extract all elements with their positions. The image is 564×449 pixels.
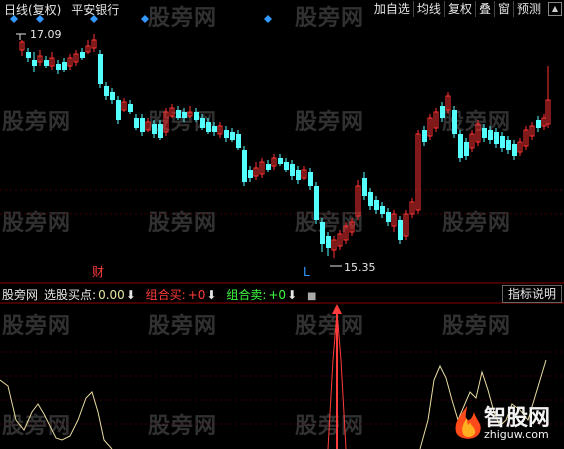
diamond-marker-icon [90, 15, 98, 23]
candle-body [290, 164, 295, 176]
candle-body [296, 170, 301, 180]
xuangu-label: 选股买点: [44, 288, 97, 302]
candle-body [134, 118, 139, 128]
flame-logo-icon [455, 406, 481, 439]
candle-body [326, 236, 331, 248]
candle-body [230, 132, 235, 140]
candle-body [452, 110, 457, 134]
zuhe-sell-label: 组合卖: [226, 288, 267, 302]
candle-body [248, 170, 253, 178]
down-arrow-icon: ⬇ [206, 288, 217, 302]
candle-body [44, 60, 49, 66]
candle-body [386, 212, 391, 222]
candle-body [482, 128, 487, 138]
candle-body [110, 92, 115, 100]
indicator-line [0, 379, 113, 449]
price-chart[interactable]: 17.09 15.35 L 财 [0, 0, 564, 449]
candle-body [200, 118, 205, 128]
high-price-label: 17.09 [30, 28, 62, 41]
stock-chart-window: 日线(复权) 平安银行 加自选 均线 复权 叠 窗 预测 ▲ 股旁网 股旁网 股… [0, 0, 564, 449]
candle-body [236, 134, 241, 148]
candle-body [116, 100, 121, 120]
candle-body [62, 62, 67, 70]
small-marker-icon: ■ [306, 291, 317, 302]
zuhe-buy-label: 组合买: [145, 288, 186, 302]
candle-body [440, 106, 445, 118]
diamond-marker-icon [264, 15, 272, 23]
diamond-marker-icon [141, 15, 149, 23]
candle-body [284, 162, 289, 170]
candle-body [398, 220, 403, 240]
candle-body [212, 126, 217, 132]
candle-body [458, 134, 463, 158]
zuhe-sell-value: +0 [268, 288, 287, 302]
candle-body [224, 130, 229, 138]
candle-body [128, 104, 133, 112]
candle-body [194, 112, 199, 120]
candle-body [26, 52, 31, 58]
indicator-name[interactable]: 股旁网 [2, 288, 38, 302]
candle-body [506, 140, 511, 150]
candle-body [464, 142, 469, 156]
down-arrow-icon: ⬇ [125, 288, 136, 302]
candle-body [56, 64, 61, 70]
candle-body [308, 172, 313, 186]
diamond-marker-icon [10, 15, 18, 23]
candle-body [98, 54, 103, 84]
indicator-header: 股旁网 选股买点: 0.00⬇ 组合买: +0⬇ 组合卖: +0⬇ ■ [2, 286, 322, 302]
logo-url: zhiguw.com [484, 428, 549, 441]
candle-body [182, 112, 187, 118]
candle-body [104, 86, 109, 96]
indicator-help-button[interactable]: 指标说明 [502, 285, 562, 303]
zuhe-buy-value: +0 [187, 288, 206, 302]
candle-body [242, 150, 247, 182]
candle-body [278, 158, 283, 164]
candle-body [266, 164, 271, 170]
candle-body [314, 186, 319, 220]
candle-body [320, 222, 325, 244]
low-marker: L [303, 265, 310, 279]
finance-marker: 财 [92, 265, 104, 279]
diamond-marker-icon [36, 15, 44, 23]
candle-body [80, 52, 85, 58]
down-arrow-icon: ⬇ [287, 288, 298, 302]
site-logo: 智股网 zhiguw.com [448, 400, 560, 446]
buy-arrow-icon [332, 304, 342, 314]
xuangu-value: 0.00 [98, 288, 125, 302]
low-price-label: 15.35 [344, 261, 376, 274]
candle-body [374, 200, 379, 210]
candle-body [140, 118, 145, 132]
candle-body [536, 120, 541, 128]
candle-body [500, 136, 505, 148]
candle-body [158, 124, 163, 138]
candle-body [380, 206, 385, 214]
candle-body [362, 178, 367, 196]
candle-body [176, 110, 181, 118]
candle-body [512, 144, 517, 156]
candle-body [152, 124, 157, 134]
candle-body [488, 130, 493, 140]
candle-body [206, 122, 211, 132]
candle-body [422, 130, 427, 142]
candle-body [494, 132, 499, 144]
candle-body [32, 60, 37, 66]
candle-body [368, 192, 373, 206]
